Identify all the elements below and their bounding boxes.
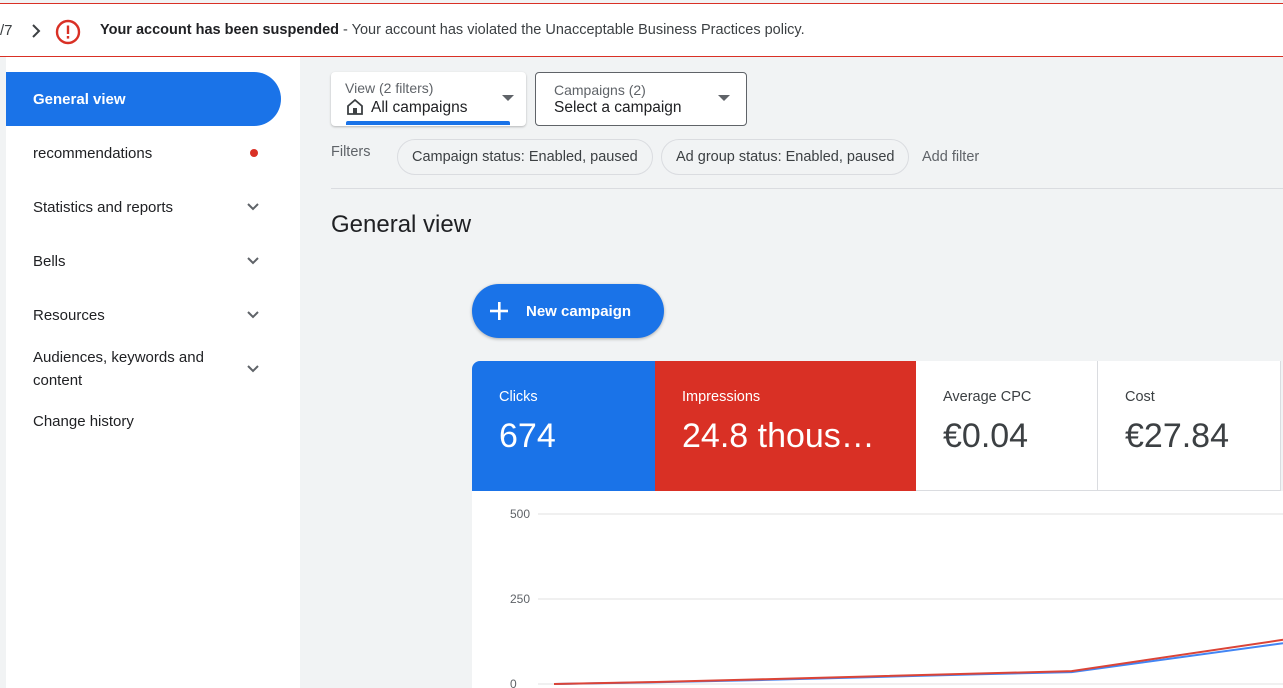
metric-card-clicks[interactable]: Clicks 674 [472,361,655,491]
sidebar-item-recommendations[interactable]: recommendations [6,126,281,180]
alert-pager: /7 [0,22,13,39]
series-line-1 [553,638,1283,685]
caret-down-icon [718,95,730,101]
sidebar-item-label: Resources [33,306,105,324]
view-filter-value: All campaigns [371,99,468,116]
series-line-0 [553,642,1283,685]
home-icon [347,98,363,115]
metric-value: 24.8 thous… [682,417,875,455]
add-filter-button[interactable]: Add filter [922,149,979,165]
metric-label: Cost [1125,389,1155,405]
sidebar-item-label: General view [33,90,126,108]
sidebar-item-label: Statistics and reports [33,198,174,216]
metric-label: Average CPC [943,389,1032,405]
alert-detail: Your account has violated the Unacceptab… [351,22,805,38]
filter-chip-campaign-status[interactable]: Campaign status: Enabled, paused [397,139,653,175]
sidebar-item-resources[interactable]: Resources [6,288,281,342]
sidebar-item-label: Bells [33,252,66,270]
error-icon [55,19,81,45]
sidebar-item-label: recommendations [33,144,153,162]
metric-value: €27.84 [1125,417,1229,455]
sidebar-item-label: Change history [33,412,134,430]
notification-dot [250,149,258,157]
filter-chip-ad-group-status[interactable]: Ad group status: Enabled, paused [661,139,910,175]
alert-separator: - [339,22,352,38]
performance-chart: 500 250 0 [472,491,1283,688]
view-filter-caption: View (2 filters) [345,80,434,96]
alert-title: Your account has been suspended [100,22,340,38]
new-campaign-label: New campaign [526,302,632,320]
campaign-filter-value: Select a campaign [554,99,682,116]
sidebar-item-audiences-keywords-content[interactable]: Audiences, keywords and content [6,342,281,396]
sidebar-item-statistics-and-reports[interactable]: Statistics and reports [6,180,281,234]
chevron-down-icon [247,311,259,319]
sidebar: General view recommendations Statistics … [0,57,300,688]
campaign-filter-caption: Campaigns (2) [554,82,646,98]
metric-value: 674 [499,417,556,455]
chevron-down-icon [247,365,259,373]
chart-plot [538,513,1283,685]
sidebar-item-bells[interactable]: Bells [6,234,281,288]
chevron-down-icon [247,257,259,265]
sidebar-item-label: Audiences, keywords and content [33,349,204,389]
metric-card-cost[interactable]: Cost €27.84 [1098,361,1281,491]
metric-card-impressions[interactable]: Impressions 24.8 thous… [655,361,916,491]
new-campaign-button[interactable]: New campaign [472,284,664,338]
divider [331,188,1283,189]
suspension-alert-banner: /7 Your account has been suspended - You… [0,3,1283,57]
metric-value: €0.04 [943,417,1029,455]
filter-chip-label: Ad group status: Enabled, paused [676,149,895,165]
metric-card-average-cpc[interactable]: Average CPC €0.04 [916,361,1098,491]
caret-down-icon [502,95,514,101]
sidebar-item-general-view[interactable]: General view [6,72,281,126]
chevron-down-icon [247,203,259,211]
metric-label: Clicks [499,389,538,405]
metric-label: Impressions [682,389,761,405]
page-title: General view [331,211,472,238]
view-filter-dropdown[interactable]: View (2 filters) All campaigns [331,72,526,126]
active-indicator [346,121,510,125]
metric-cards: Clicks 674 Impressions 24.8 thous… Avera… [472,361,1283,491]
filters-label: Filters [331,144,371,160]
chevron-right-icon[interactable] [30,23,42,39]
campaign-filter-dropdown[interactable]: Campaigns (2) Select a campaign [535,72,747,126]
alert-message: Your account has been suspended - Your a… [100,22,805,38]
sidebar-item-change-history[interactable]: Change history [6,396,281,446]
filter-chip-label: Campaign status: Enabled, paused [412,149,638,165]
plus-icon [490,302,508,320]
